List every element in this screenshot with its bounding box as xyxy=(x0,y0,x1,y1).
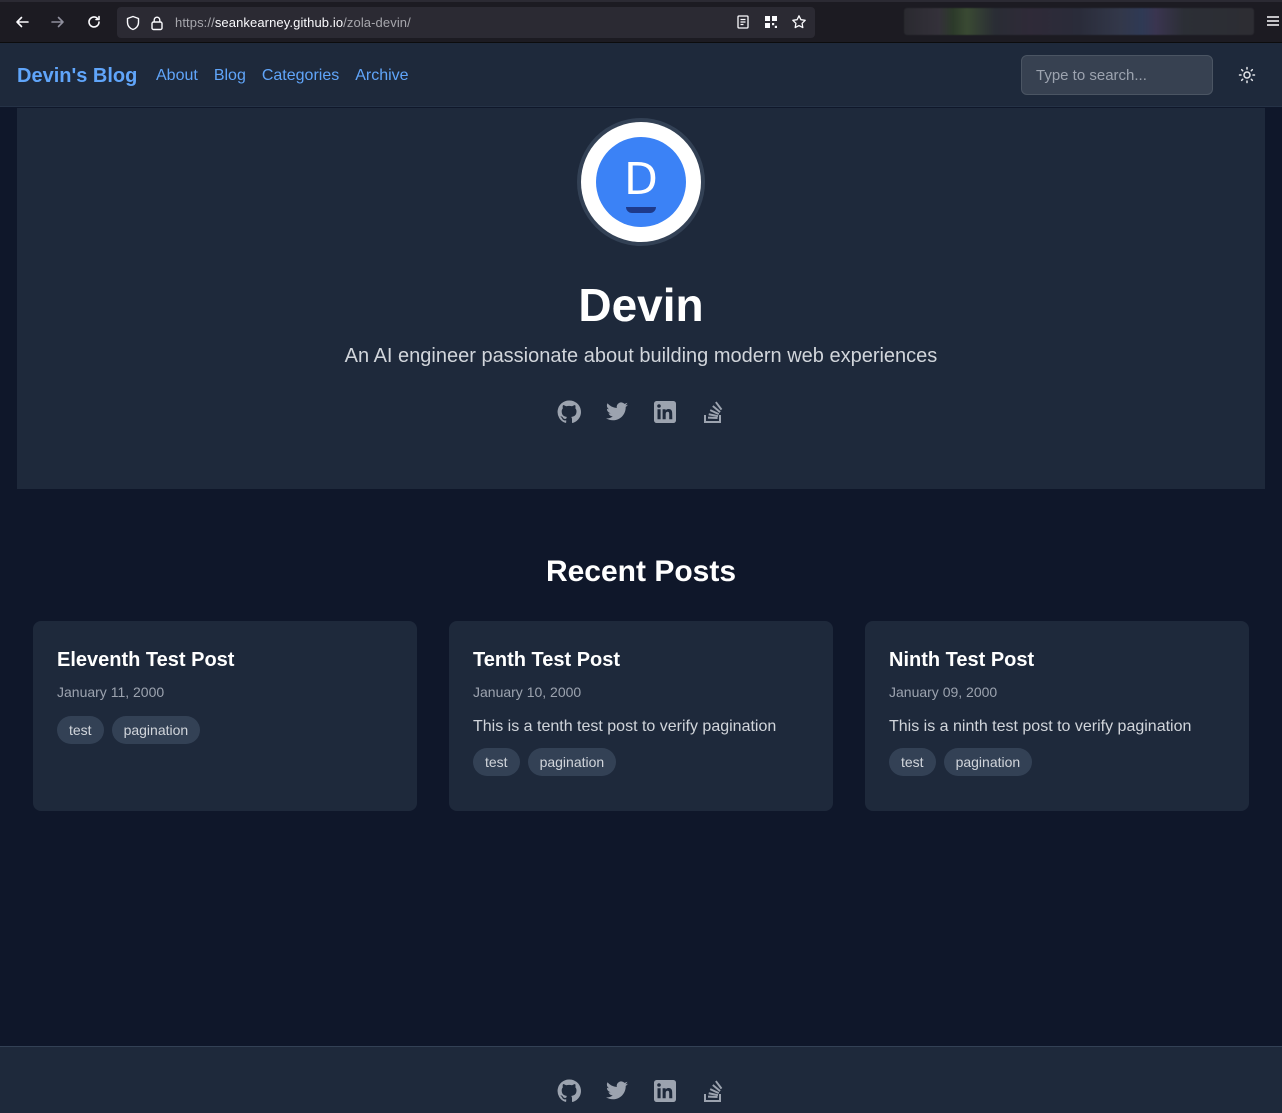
url-path: /zola-devin/ xyxy=(343,15,411,30)
recent-posts-heading: Recent Posts xyxy=(545,555,737,588)
post-title-link[interactable]: Ninth Test Post xyxy=(889,649,1225,672)
profile-hero: D Devin An AI engineer passionate about … xyxy=(17,108,1265,489)
post-summary: This is a ninth test post to verify pagi… xyxy=(889,718,1192,735)
reload-icon xyxy=(88,15,100,28)
shield-icon[interactable] xyxy=(125,15,141,31)
reader-view-icon[interactable] xyxy=(735,14,751,30)
bookmark-star-icon[interactable] xyxy=(791,14,807,30)
browser-toolbar: https://seankearney.github.io/zola-devin… xyxy=(0,0,1282,43)
search-input[interactable] xyxy=(1021,55,1213,95)
tag-pill[interactable]: pagination xyxy=(111,716,201,744)
post-tags: test pagination xyxy=(57,716,393,744)
hero-social-links xyxy=(17,400,1265,424)
nav-link-archive[interactable]: Archive xyxy=(355,67,408,85)
site-brand-link[interactable]: Devin's Blog xyxy=(17,65,137,88)
site-footer xyxy=(0,1046,1282,1113)
extension-toolbar xyxy=(904,8,1254,35)
nav-link-categories[interactable]: Categories xyxy=(262,67,339,85)
url-scheme: https:// xyxy=(175,15,215,30)
nav-link-about[interactable]: About xyxy=(156,67,198,85)
post-tags: test pagination xyxy=(889,748,1225,776)
post-card[interactable]: Tenth Test Post January 10, 2000 This is… xyxy=(449,621,833,811)
nav-link-blog[interactable]: Blog xyxy=(214,67,246,85)
post-title-link[interactable]: Eleventh Test Post xyxy=(57,649,393,672)
theme-toggle-button[interactable] xyxy=(1236,64,1258,86)
post-tags: test pagination xyxy=(473,748,809,776)
github-icon[interactable] xyxy=(557,400,581,424)
post-date: January 10, 2000 xyxy=(473,684,582,700)
site-header: Devin's Blog About Blog Categories Archi… xyxy=(0,43,1282,107)
back-button[interactable] xyxy=(10,10,34,34)
qr-code-icon[interactable] xyxy=(763,14,779,30)
tag-pill[interactable]: test xyxy=(889,748,936,776)
post-date: January 11, 2000 xyxy=(57,684,165,700)
stackoverflow-icon[interactable] xyxy=(701,1079,725,1103)
tag-pill[interactable]: pagination xyxy=(527,748,617,776)
reload-button[interactable] xyxy=(82,10,106,34)
tag-pill[interactable]: pagination xyxy=(943,748,1033,776)
url-host: seankearney.github.io xyxy=(214,15,344,30)
url-text: https://seankearney.github.io/zola-devin… xyxy=(175,15,411,30)
lock-icon[interactable] xyxy=(149,15,165,31)
twitter-icon[interactable] xyxy=(605,1079,629,1103)
recent-posts-grid: Eleventh Test Post January 11, 2000 test… xyxy=(33,621,1249,811)
post-title-link[interactable]: Tenth Test Post xyxy=(473,649,809,672)
sun-icon xyxy=(1238,66,1256,84)
linkedin-icon[interactable] xyxy=(653,1079,677,1103)
stackoverflow-icon[interactable] xyxy=(701,400,725,424)
post-card[interactable]: Eleventh Test Post January 11, 2000 test… xyxy=(33,621,417,811)
address-bar[interactable]: https://seankearney.github.io/zola-devin… xyxy=(117,7,815,38)
avatar: D xyxy=(577,118,705,246)
post-summary: This is a tenth test post to verify pagi… xyxy=(473,718,777,735)
hamburger-menu-icon[interactable] xyxy=(1266,14,1280,28)
github-icon[interactable] xyxy=(557,1079,581,1103)
tag-pill[interactable]: test xyxy=(473,748,520,776)
post-card[interactable]: Ninth Test Post January 09, 2000 This is… xyxy=(865,621,1249,811)
linkedin-icon[interactable] xyxy=(653,400,677,424)
tab-strip-edge xyxy=(0,0,1282,2)
twitter-icon[interactable] xyxy=(605,400,629,424)
post-date: January 09, 2000 xyxy=(889,684,998,700)
tag-pill[interactable]: test xyxy=(57,716,104,744)
avatar-frame: D xyxy=(581,122,701,242)
main-nav: About Blog Categories Archive xyxy=(156,67,409,85)
footer-social-links xyxy=(0,1079,1282,1103)
profile-name: Devin xyxy=(578,279,704,331)
avatar-smile-shape xyxy=(626,207,656,213)
avatar-initial: D xyxy=(624,153,658,205)
arrow-left-icon xyxy=(16,16,29,28)
arrow-right-icon xyxy=(51,16,64,28)
avatar-circle: D xyxy=(596,137,686,227)
forward-button[interactable] xyxy=(46,10,70,34)
profile-tagline: An AI engineer passionate about building… xyxy=(344,345,938,367)
